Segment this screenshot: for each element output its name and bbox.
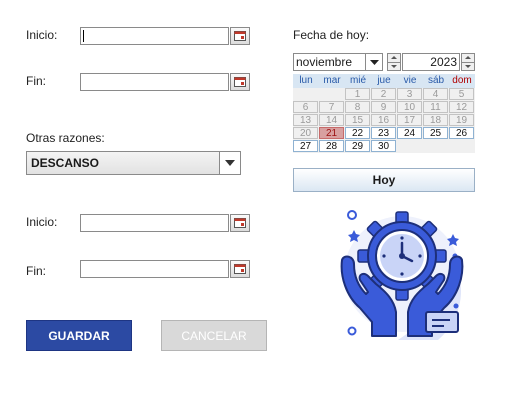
calendar-day[interactable]: 8 (345, 101, 370, 113)
calendar-day[interactable]: 18 (423, 114, 448, 126)
calendar-day[interactable]: 4 (423, 88, 448, 100)
calendar-day[interactable]: 10 (397, 101, 422, 113)
weekday-header: lun mar mié jue vie sáb dom (293, 74, 475, 88)
end-label: Fin: (26, 74, 47, 88)
calendar-title: Fecha de hoy: (293, 28, 370, 42)
calendar-day-empty (397, 140, 422, 152)
calendar-day[interactable]: 24 (397, 127, 422, 139)
calendar-day[interactable]: 16 (371, 114, 396, 126)
calendar-day[interactable]: 15 (345, 114, 370, 126)
card-icon (425, 311, 459, 333)
start-input[interactable] (81, 29, 228, 45)
other-reasons-value: DESCANSO (31, 156, 100, 170)
weekday-label: vie (403, 75, 417, 86)
calendar-day[interactable]: 29 (345, 140, 370, 152)
calendar-days: 1 2 3 4 5 6 7 8 9 10 11 12 13 14 15 16 17 18 19 20 21 22 23 24 2… (293, 88, 475, 153)
calendar-day[interactable]: 28 (319, 140, 344, 152)
calendar-icon (234, 31, 246, 41)
calendar-day[interactable]: 2 (371, 88, 396, 100)
month-value: noviembre (296, 55, 353, 69)
calendar-day[interactable]: 3 (397, 88, 422, 100)
weekday-label: sáb (427, 75, 445, 86)
calendar-day[interactable]: 20 (293, 127, 318, 139)
start-field[interactable] (80, 27, 229, 45)
calendar-day[interactable]: 25 (423, 127, 448, 139)
calendar-day-empty (449, 140, 474, 152)
weekday-label: mié (349, 75, 367, 86)
chevron-down-icon[interactable] (219, 152, 240, 174)
spin-up-icon[interactable] (462, 54, 474, 62)
chevron-down-icon[interactable] (365, 54, 382, 70)
calendar-day[interactable]: 27 (293, 140, 318, 152)
calendar-week-row: 12345 (293, 88, 475, 101)
start-label: Inicio: (26, 28, 58, 42)
calendar-day-empty (319, 88, 344, 100)
other-reasons-label: Otras razones: (26, 131, 105, 145)
calendar-day-today[interactable]: 21 (319, 127, 344, 139)
weekday-label: jue (377, 75, 391, 86)
calendar-day-empty (423, 140, 448, 152)
start2-label: Inicio: (26, 215, 58, 229)
cancel-button[interactable]: CANCELAR (161, 320, 267, 351)
calendar-day[interactable]: 30 (371, 140, 396, 152)
month-spinner[interactable] (387, 53, 401, 71)
start2-input[interactable] (81, 216, 228, 232)
calendar-day[interactable]: 6 (293, 101, 318, 113)
other-reasons-select[interactable]: DESCANSO (26, 151, 241, 175)
clock-gear-hands-illustration (340, 210, 464, 340)
calendar-day[interactable]: 1 (345, 88, 370, 100)
calendar-day[interactable]: 7 (319, 101, 344, 113)
save-button[interactable]: GUARDAR (26, 320, 132, 351)
calendar-day-empty (293, 88, 318, 100)
month-select[interactable]: noviembre (293, 53, 383, 71)
start2-date-picker-button[interactable] (230, 214, 250, 232)
calendar-day[interactable]: 26 (449, 127, 474, 139)
weekday-label: dom (452, 75, 472, 86)
calendar-day[interactable]: 12 (449, 101, 474, 113)
end2-date-picker-button[interactable] (230, 260, 250, 278)
weekday-label: mar (323, 75, 341, 86)
calendar-week-row: 6 7 8 9 10 11 12 (293, 101, 475, 114)
year-field[interactable]: 2023 (402, 53, 460, 71)
calendar-day[interactable]: 9 (371, 101, 396, 113)
calendar-grid: lun mar mié jue vie sáb dom 1 2 3 4 5 6 7 8 9 10 11 12 13 1… (293, 74, 475, 153)
spin-down-icon[interactable] (388, 61, 400, 71)
today-button[interactable]: Hoy (293, 168, 475, 192)
calendar-day[interactable]: 19 (449, 114, 474, 126)
calendar-day[interactable]: 23 (371, 127, 396, 139)
text-cursor (83, 30, 84, 42)
calendar-day[interactable]: 22 (345, 127, 370, 139)
calendar-week-row: 20 21 22 23 24 25 26 (293, 127, 475, 140)
sparkle-icon (347, 326, 357, 336)
calendar-day[interactable]: 13 (293, 114, 318, 126)
start2-field[interactable] (80, 214, 229, 232)
end2-field[interactable] (80, 260, 229, 278)
calendar-week-row: 27 28 29 30 (293, 140, 475, 153)
end2-label: Fin: (26, 264, 47, 278)
end-input[interactable] (81, 75, 228, 91)
spin-up-icon[interactable] (388, 54, 400, 62)
calendar-icon (234, 77, 246, 87)
year-spinner[interactable] (461, 53, 475, 71)
calendar-day[interactable]: 17 (397, 114, 422, 126)
calendar-icon (234, 218, 246, 228)
calendar-day[interactable]: 11 (423, 101, 448, 113)
calendar-week-row: 13 14 15 16 17 18 19 (293, 114, 475, 127)
calendar-day[interactable]: 5 (449, 88, 474, 100)
end-field[interactable] (80, 73, 229, 91)
end2-input[interactable] (81, 262, 228, 278)
calendar-day[interactable]: 14 (319, 114, 344, 126)
start-date-picker-button[interactable] (230, 27, 250, 45)
weekday-label: lun (299, 75, 313, 86)
calendar-icon (234, 264, 246, 274)
end-date-picker-button[interactable] (230, 73, 250, 91)
spin-down-icon[interactable] (462, 61, 474, 71)
sparkle-icon (347, 210, 357, 220)
